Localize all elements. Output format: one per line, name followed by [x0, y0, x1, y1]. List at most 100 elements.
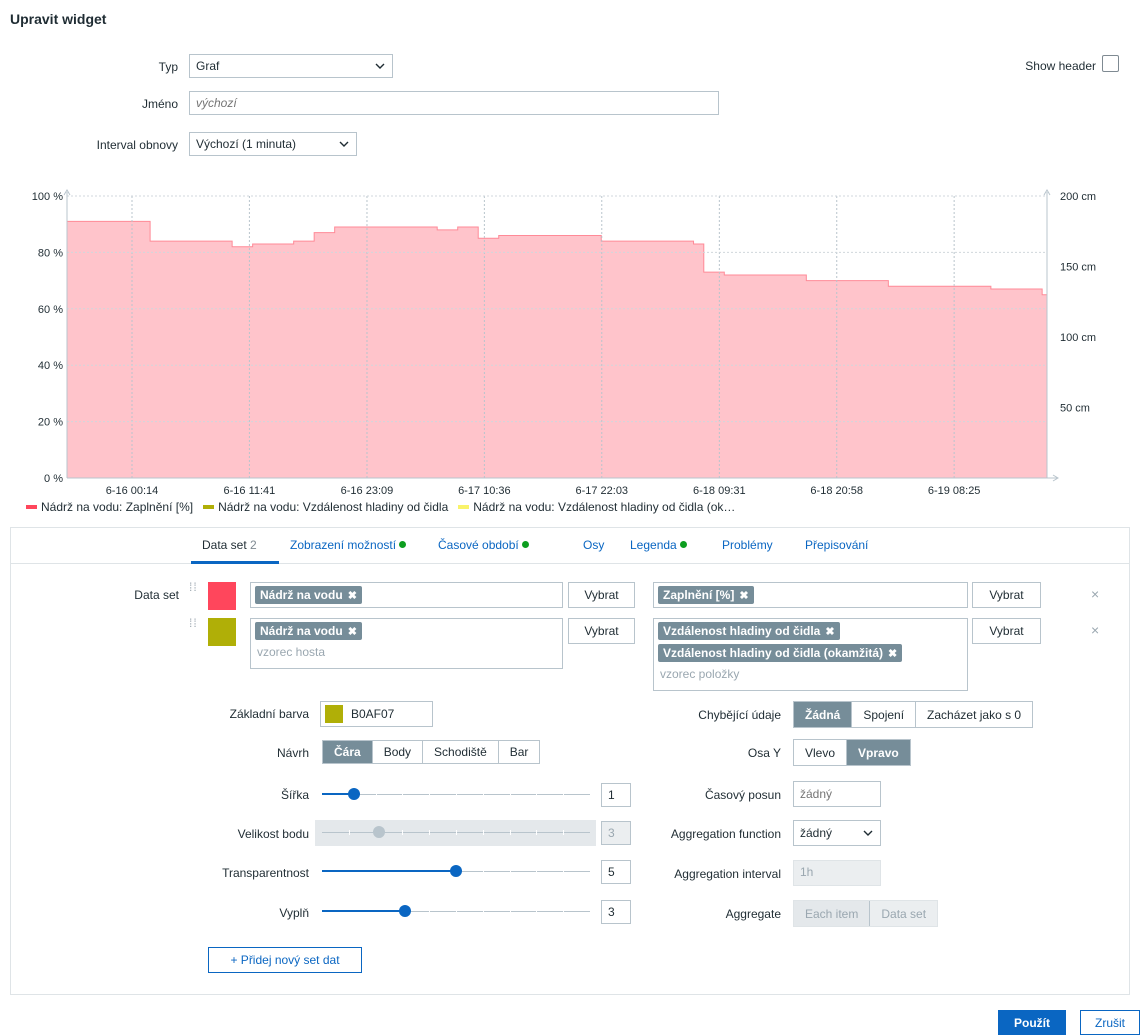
drag-handle-icon[interactable]: ⁞⁞ — [189, 617, 197, 640]
design-label: Návrh — [276, 746, 309, 760]
close-icon[interactable]: ✖ — [348, 625, 357, 638]
width-input[interactable]: 1 — [601, 783, 631, 807]
time-shift-input[interactable] — [793, 781, 881, 807]
aggregation-function-select[interactable]: žádný — [793, 820, 881, 846]
aggregation-interval-input: 1h — [793, 860, 881, 886]
point-size-input: 3 — [601, 821, 631, 845]
slider-handle[interactable] — [450, 865, 462, 877]
missing-data-segmented[interactable]: Žádná Spojení Zacházet jako s 0 — [793, 701, 1034, 728]
add-dataset-button[interactable]: + Přidej nový set dat — [208, 947, 362, 973]
slider-tick — [429, 909, 431, 914]
host-pattern-field[interactable]: Nádrž na vodu ✖ vzorec hosta — [250, 618, 563, 669]
tab-display-options[interactable]: Zobrazení možností — [290, 538, 407, 552]
slider-tick — [429, 830, 431, 835]
fill-slider[interactable] — [322, 900, 590, 924]
x-tick-label: 6-16 11:41 — [224, 485, 276, 497]
slider-handle[interactable] — [347, 788, 360, 800]
y-tick-label-right: 100 cm — [1060, 332, 1096, 344]
x-tick-label: 6-18 09:31 — [693, 485, 746, 497]
tab-overrides[interactable]: Přepisování — [805, 538, 868, 552]
select-host-button[interactable]: Vybrat — [568, 618, 635, 644]
select-item-button[interactable]: Vybrat — [972, 582, 1041, 608]
slider-handle — [373, 826, 386, 838]
y-tick-label-left: 40 % — [38, 360, 63, 372]
slider-tick — [482, 909, 484, 914]
legend-label: Nádrž na vodu: Vzdálenost hladiny od čid… — [218, 500, 449, 514]
select-item-button[interactable]: Vybrat — [972, 618, 1041, 644]
missing-none-option[interactable]: Žádná — [794, 702, 853, 727]
x-tick-label: 6-16 00:14 — [106, 485, 159, 497]
aggregation-function-label: Aggregation function — [670, 827, 781, 841]
close-icon[interactable]: ✖ — [888, 647, 897, 660]
tab-bar — [10, 527, 1130, 564]
slider-fill — [322, 870, 456, 872]
slider-tick — [536, 909, 538, 914]
x-tick-label: 6-19 08:25 — [928, 485, 981, 497]
refresh-label: Interval obnovy — [96, 138, 178, 152]
apply-button[interactable]: Použít — [998, 1010, 1066, 1035]
missing-zero-option[interactable]: Zacházet jako s 0 — [916, 702, 1033, 727]
legend-item: Nádrž na vodu: Zaplnění [%] — [26, 500, 193, 514]
name-label: Jméno — [141, 97, 178, 111]
slider-tick — [402, 792, 404, 797]
design-staircase-option[interactable]: Schodiště — [423, 741, 499, 763]
design-line-option[interactable]: Čára — [323, 741, 373, 763]
item-chip: Vzdálenost hladiny od čidla (okamžitá) ✖ — [658, 644, 903, 662]
select-host-button[interactable]: Vybrat — [568, 582, 635, 608]
status-dot — [399, 541, 407, 549]
drag-handle-icon[interactable]: ⁞⁞ — [189, 581, 197, 604]
close-icon[interactable]: ✖ — [825, 625, 834, 638]
design-points-option[interactable]: Body — [372, 741, 424, 763]
item-chip: Zaplnění [%] ✖ — [658, 586, 754, 604]
remove-dataset-icon[interactable]: × — [1091, 622, 1099, 638]
status-dot — [679, 541, 687, 549]
y-axis-left-option[interactable]: Vlevo — [794, 740, 848, 765]
tab-axes[interactable]: Osy — [583, 538, 604, 552]
slider-tick — [536, 869, 538, 874]
chevron-down-icon — [375, 63, 385, 69]
show-header-checkbox[interactable] — [1102, 55, 1119, 72]
aggregate-data-set-option: Data set — [870, 901, 938, 926]
name-input[interactable] — [189, 91, 719, 115]
base-color-picker[interactable]: B0AF07 — [320, 701, 433, 727]
y-axis-segmented[interactable]: Vlevo Vpravo — [793, 739, 911, 766]
cancel-button[interactable]: Zrušit — [1080, 1010, 1140, 1035]
close-icon[interactable]: ✖ — [348, 589, 357, 602]
slider-tick — [509, 869, 511, 874]
slider-tick — [563, 869, 565, 874]
item-pattern-field[interactable]: Vzdálenost hladiny od čidla ✖ Vzdálenost … — [653, 618, 968, 691]
dataset-color-swatch[interactable] — [208, 582, 236, 610]
tab-legend[interactable]: Legenda — [630, 538, 687, 552]
item-pattern-placeholder: vzorec položky — [660, 667, 740, 681]
base-color-value: B0AF07 — [351, 707, 395, 721]
slider-tick — [348, 830, 350, 835]
series-area — [67, 221, 1047, 478]
type-select[interactable]: Graf — [189, 54, 393, 78]
slider-tick — [563, 792, 565, 797]
host-pattern-field[interactable]: Nádrž na vodu ✖ — [250, 582, 563, 608]
y-axis-right-option[interactable]: Vpravo — [847, 740, 910, 765]
slider-handle[interactable] — [398, 905, 411, 917]
graph-legend: Nádrž na vodu: Zaplnění [%] Nádrž na vodu… — [26, 500, 735, 514]
transparency-input[interactable]: 5 — [601, 860, 631, 884]
aggregation-function-value: žádný — [800, 826, 833, 840]
remove-dataset-icon[interactable]: × — [1091, 586, 1099, 602]
close-icon[interactable]: ✖ — [739, 589, 748, 602]
design-segmented[interactable]: Čára Body Schodiště Bar — [322, 740, 541, 764]
host-pattern-placeholder: vzorec hosta — [257, 645, 326, 659]
legend-swatch — [458, 504, 470, 509]
design-bar-option[interactable]: Bar — [498, 741, 540, 763]
slider-tick — [563, 830, 565, 835]
transparency-slider[interactable] — [322, 860, 590, 884]
dataset-color-swatch[interactable] — [208, 618, 236, 646]
tab-time-period[interactable]: Časové období — [438, 538, 529, 552]
refresh-select[interactable]: Výchozí (1 minuta) — [189, 132, 357, 156]
missing-connect-option[interactable]: Spojení — [852, 702, 917, 727]
tab-data-set[interactable]: Data set 2 — [202, 538, 257, 552]
slider-tick — [482, 792, 484, 797]
fill-input[interactable]: 3 — [601, 900, 631, 924]
y-tick-label-left: 60 % — [38, 304, 63, 316]
width-slider[interactable] — [322, 783, 590, 807]
tab-problems[interactable]: Problémy — [722, 538, 773, 552]
item-pattern-field[interactable]: Zaplnění [%] ✖ — [653, 582, 968, 608]
